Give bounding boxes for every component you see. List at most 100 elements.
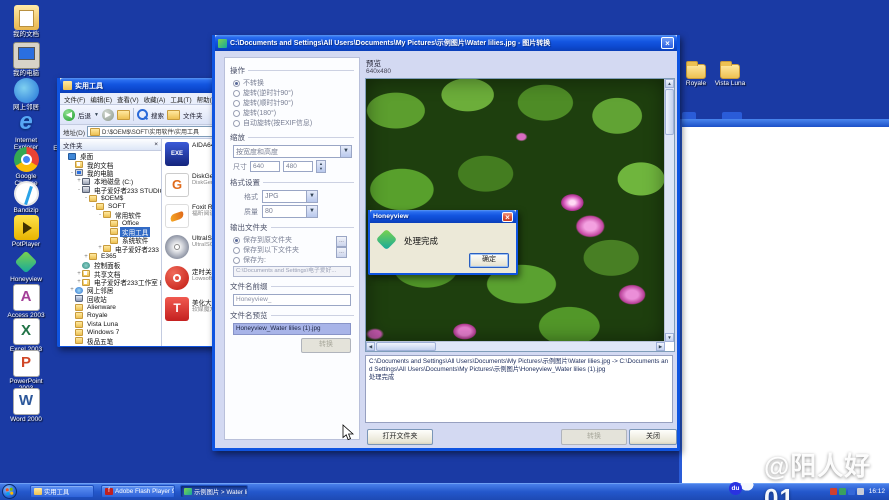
close-icon[interactable]: × [502, 212, 513, 222]
address-input[interactable]: D:\$OEM$\SOFT\实用软件\实用工具 [87, 126, 215, 137]
desktop-icon-access[interactable]: Access 2003 [4, 284, 48, 319]
horizontal-scrollbar[interactable]: ◀ ▶ [366, 341, 665, 351]
folders-icon[interactable] [167, 110, 180, 120]
scroll-up-icon[interactable]: ▲ [665, 79, 674, 88]
width-input[interactable]: 640 [250, 161, 280, 172]
convert-button[interactable]: 转换 [301, 338, 351, 353]
radio-icon[interactable] [233, 100, 240, 107]
desktop-icon-royale[interactable]: Royale [679, 60, 713, 87]
operation-option[interactable]: 不转换 [230, 78, 354, 88]
list-item[interactable]: AIDA64 [165, 142, 218, 173]
folder-icon [75, 312, 83, 319]
browse-button[interactable]: … [336, 236, 347, 247]
radio-icon[interactable] [233, 237, 240, 244]
desktop-icon-potplayer[interactable]: PotPlayer [4, 215, 48, 248]
search-label[interactable]: 搜索 [151, 110, 164, 120]
desktop-icon-excel[interactable]: Excel 2003 [4, 318, 48, 353]
back-icon[interactable]: ◀ [63, 109, 75, 121]
menu-item[interactable]: 编辑(E) [90, 94, 112, 104]
background-window[interactable] [679, 119, 889, 483]
list-item[interactable]: Foxit Read福昕阅读器 [165, 204, 218, 235]
folders-pane: 文件夹 × 桌面我的文档-我的电脑+本地磁盘 (C:)-电子爱好者233 STU… [60, 139, 162, 346]
list-item[interactable]: UltraISOUltraISO [165, 235, 218, 266]
operation-option[interactable]: 旋转(180°) [230, 108, 354, 118]
start-button[interactable] [2, 484, 17, 499]
list-item[interactable]: 定时关机Lowsoft [165, 266, 218, 297]
close-button[interactable]: 关闭 [629, 429, 677, 445]
folders-pane-close-icon[interactable]: × [154, 141, 158, 148]
operation-option[interactable]: 旋转(逆时针90°) [230, 88, 354, 98]
folders-label[interactable]: 文件夹 [183, 110, 203, 120]
height-input[interactable]: 480 [283, 161, 313, 172]
radio-icon[interactable] [233, 257, 240, 264]
convert-button-bottom[interactable]: 转换 [561, 429, 627, 445]
format-select[interactable]: JPG ▼ [262, 190, 318, 203]
horizontal-scroll-thumb[interactable] [376, 342, 436, 351]
radio-icon[interactable] [233, 80, 240, 87]
radio-icon[interactable] [233, 120, 240, 127]
back-dropdown-icon[interactable]: ▼ [94, 112, 99, 118]
explorer-titlebar[interactable]: 实用工具 [60, 78, 218, 93]
chevron-down-icon[interactable]: ▼ [306, 206, 317, 217]
size-stepper[interactable]: ▲▼ [316, 160, 326, 173]
desktop-icon-word[interactable]: Word 2000 [4, 388, 48, 423]
tree-item[interactable]: Vista Luna [60, 320, 161, 328]
forward-icon[interactable]: ▶ [102, 109, 114, 121]
explorer-window[interactable]: 实用工具 文件(F)编辑(E)查看(V)收藏(A)工具(T)帮助(H) ◀ 后退… [57, 78, 221, 347]
scroll-left-icon[interactable]: ◀ [366, 342, 375, 351]
operation-option[interactable]: 自动旋转(按EXIF信息) [230, 118, 354, 128]
convert-titlebar[interactable]: C:\Documents and Settings\All Users\Docu… [215, 35, 677, 51]
desktop-icon-ie[interactable]: Internet Explorer [4, 111, 48, 151]
tree-item[interactable]: Alienware [60, 303, 161, 311]
scroll-down-icon[interactable]: ▼ [665, 333, 674, 342]
desktop-icon-powerpoint[interactable]: PowerPoint 2003 [4, 350, 48, 392]
tree-item[interactable]: 回收站 [60, 295, 161, 303]
menu-item[interactable]: 工具(T) [170, 94, 191, 104]
radio-icon[interactable] [233, 247, 240, 254]
list-item[interactable]: 美化大师软媒魔方 [165, 297, 218, 328]
scale-mode-select[interactable]: 按宽度和高度 ▼ [233, 145, 352, 158]
taskbar-button[interactable]: 实用工具 [30, 485, 94, 498]
menu-item[interactable]: 查看(V) [117, 94, 139, 104]
vertical-scrollbar[interactable]: ▲ ▼ [664, 79, 674, 342]
tree-item[interactable]: +网上邻居 [60, 286, 161, 294]
list-item[interactable]: DiskGeniusDiskGenius [165, 173, 218, 204]
vertical-scroll-thumb[interactable] [665, 89, 674, 135]
folder-icon [89, 195, 97, 202]
chevron-down-icon[interactable]: ▼ [306, 191, 317, 202]
radio-icon[interactable] [233, 90, 240, 97]
tree-item[interactable]: -常用软件 [60, 211, 161, 219]
tree-item[interactable]: 极品五笔 [60, 337, 161, 345]
open-folder-button[interactable]: 打开文件夹 [367, 429, 433, 445]
tree-item[interactable]: +电子爱好者233 Stu... [60, 244, 161, 252]
menu-item[interactable]: 文件(F) [64, 94, 85, 104]
prefix-input[interactable]: Honeyview_ [233, 294, 351, 306]
msgbox-titlebar[interactable]: Honeyview × [370, 210, 516, 223]
tree-item[interactable]: -SOFT [60, 202, 161, 210]
taskbar-button[interactable]: fAdobe Flash Player 9 [101, 485, 175, 498]
ok-button[interactable]: 确定 [469, 253, 509, 268]
desktop-icon-bandizip[interactable]: Bandizip [4, 181, 48, 214]
scroll-right-icon[interactable]: ▶ [656, 342, 665, 351]
operation-option[interactable]: 旋转(顺时针90°) [230, 98, 354, 108]
desktop-icon-honeyview[interactable]: Honeyview [4, 250, 48, 283]
search-icon[interactable] [137, 109, 148, 120]
back-label[interactable]: 后退 [78, 110, 91, 120]
tree-item[interactable]: Royale [60, 311, 161, 319]
close-icon[interactable]: × [661, 37, 674, 49]
browse-button[interactable]: … [336, 247, 347, 258]
menu-item[interactable]: 收藏(A) [144, 94, 166, 104]
honeyview-msgbox[interactable]: Honeyview × 处理完成 确定 [368, 210, 518, 275]
desktop-icon-mycomputer[interactable]: 我的电脑 [4, 42, 48, 77]
tree-item[interactable]: -电子爱好者233 STUDIO (D:) [60, 186, 161, 194]
tree-item[interactable]: -$OEM$ [60, 194, 161, 202]
taskbar-button[interactable]: 示例图片 > Water lil... [180, 485, 248, 498]
radio-icon[interactable] [233, 110, 240, 117]
up-folder-icon[interactable] [117, 110, 130, 120]
output-path-input[interactable]: C:\Documents and Settings\电子爱好... [233, 266, 351, 277]
chevron-down-icon[interactable]: ▼ [340, 146, 351, 157]
quality-select[interactable]: 80 ▼ [262, 205, 318, 218]
desktop-icon-vista-luna[interactable]: Vista Luna [713, 60, 747, 87]
desktop-icon-mydocs[interactable]: 我的文档 [4, 5, 48, 38]
desktop-icon-network[interactable]: 网上邻居 [4, 78, 48, 111]
